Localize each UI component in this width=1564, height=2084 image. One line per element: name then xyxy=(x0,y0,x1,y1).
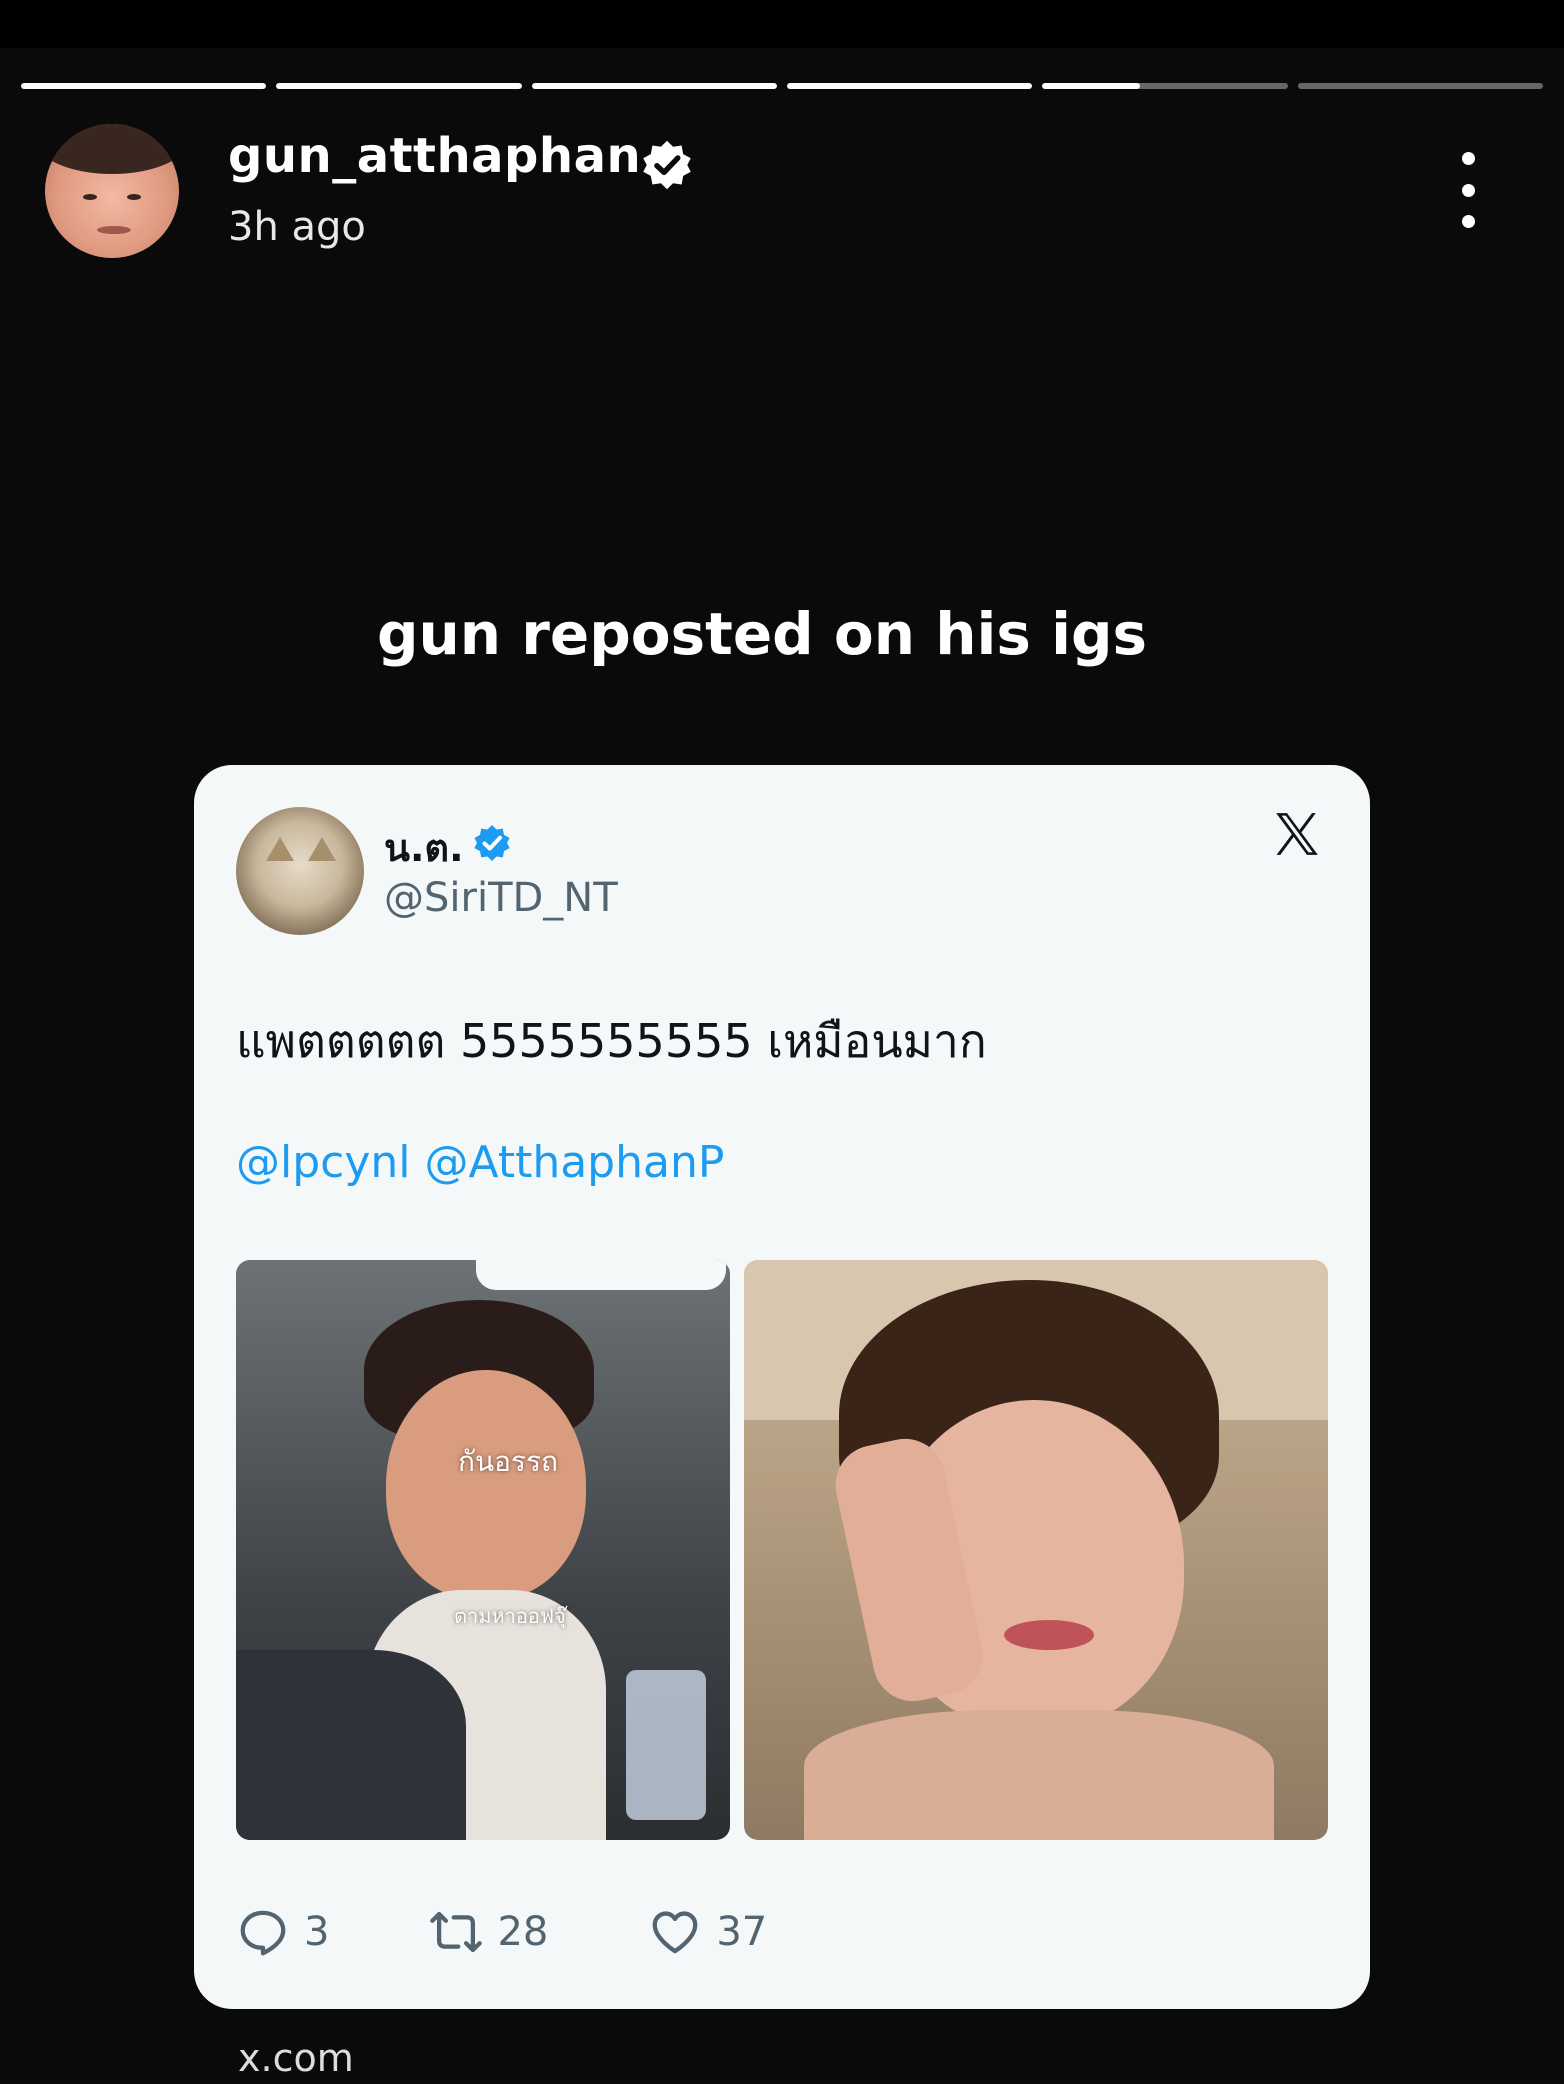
tweet-card[interactable]: น.ต. @SiriTD_NT แพตตตตต 5555555555 เหมือ… xyxy=(194,765,1370,2009)
reply-icon xyxy=(240,1910,286,1956)
status-strip xyxy=(0,0,1564,48)
story-screen: gun_atthaphan 3h ago gun reposted on his… xyxy=(0,0,1564,2084)
tweet-author-avatar[interactable] xyxy=(236,807,364,935)
reply-count: 3 xyxy=(304,1909,330,1955)
story-progress-segment xyxy=(1297,83,1543,89)
story-progress-segment xyxy=(786,83,1033,89)
like-button[interactable]: 37 xyxy=(648,1905,767,1959)
like-count: 37 xyxy=(716,1909,768,1955)
tweet-actions: 3 28 37 xyxy=(236,1905,867,1959)
tweet-photo-left[interactable]: กันอรรถ ตามหาออฟจุ๊ xyxy=(236,1260,730,1840)
story-progress xyxy=(21,83,1543,89)
story-progress-segment xyxy=(1042,83,1288,89)
reply-button[interactable]: 3 xyxy=(236,1905,329,1959)
repost-count: 28 xyxy=(497,1909,549,1955)
tweet-author-handle[interactable]: @SiriTD_NT xyxy=(384,875,618,921)
post-time: 3h ago xyxy=(228,204,366,250)
repost-icon xyxy=(430,1911,483,1953)
tweet-author-name[interactable]: น.ต. xyxy=(384,817,464,878)
repost-button[interactable]: 28 xyxy=(429,1905,548,1959)
like-icon xyxy=(652,1911,698,1954)
source-link[interactable]: x.com xyxy=(238,2036,354,2080)
story-caption: gun reposted on his igs xyxy=(376,600,1148,668)
x-logo-icon[interactable] xyxy=(1272,809,1322,859)
story-progress-segment xyxy=(21,83,267,89)
username[interactable]: gun_atthaphan xyxy=(228,128,641,184)
more-vertical-icon[interactable] xyxy=(1452,152,1484,228)
story-progress-segment xyxy=(276,83,522,89)
tweet-photo-right[interactable] xyxy=(744,1260,1328,1840)
tweet-text: แพตตตตต 5555555555 เหมือนมาก xyxy=(236,1014,987,1068)
tweet-mentions: @lpcynl @AtthaphanP xyxy=(236,1137,724,1188)
profile-avatar[interactable] xyxy=(45,124,179,258)
mention-link[interactable]: @AtthaphanP xyxy=(425,1137,725,1188)
story-progress-segment xyxy=(531,83,777,89)
verified-check-icon xyxy=(474,825,510,861)
mention-link[interactable]: @lpcynl xyxy=(236,1137,411,1188)
verified-badge-icon xyxy=(643,140,691,190)
photo-overlay-text: กันอรรถ xyxy=(458,1445,558,1478)
photo-overlay-text: ตามหาออฟจุ๊ xyxy=(454,1604,566,1628)
